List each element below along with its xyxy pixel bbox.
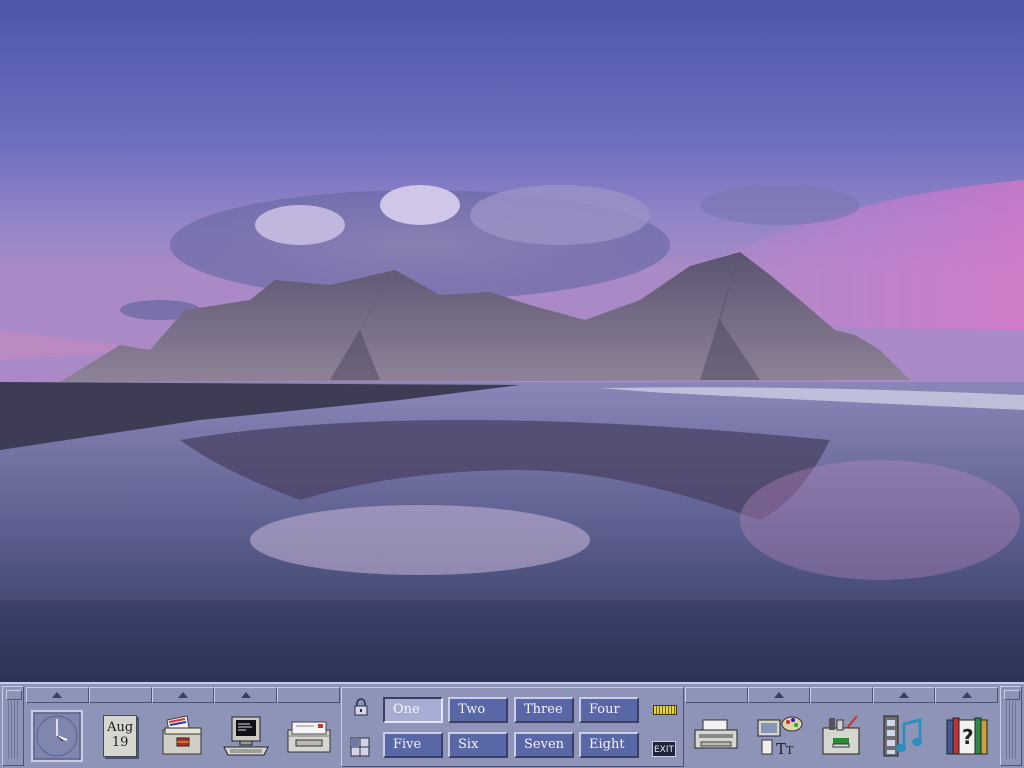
workspace-grid-icon[interactable] (350, 737, 370, 757)
desktop-wallpaper (0, 0, 1024, 682)
svg-text:T: T (776, 740, 786, 758)
panel-right-icons: T T ? (685, 705, 998, 767)
file-manager-icon (162, 715, 202, 755)
svg-text:T: T (786, 744, 794, 757)
workspace-button-eight[interactable]: Eight (579, 732, 639, 758)
workspace-button-five[interactable]: Five (383, 732, 443, 758)
calendar-month: Aug (107, 720, 134, 735)
subpanel-arrow-4[interactable] (214, 687, 278, 703)
clock-icon (31, 710, 84, 762)
terminal-control[interactable] (214, 705, 277, 767)
printer-control[interactable] (685, 705, 748, 767)
subpanel-arrow-row-right (685, 687, 998, 703)
style-manager-icon: T T (757, 716, 803, 758)
lock-icon[interactable] (353, 698, 369, 716)
workspace-button-one[interactable]: One (383, 697, 443, 723)
workspace-button-two[interactable]: Two (448, 697, 508, 723)
app-manager-icon (822, 715, 860, 755)
panel-restore-button[interactable] (1004, 690, 1020, 700)
file-manager-control[interactable] (152, 705, 215, 767)
panel-left-icons: Aug 19 (26, 705, 340, 767)
terminal-icon (222, 716, 269, 756)
workspace-button-three[interactable]: Three (514, 697, 574, 723)
front-panel: Aug 19 One Two Three Four Five Six Seven… (0, 682, 1024, 768)
mailer-control[interactable] (277, 705, 340, 767)
subpanel-arrow-row-left (26, 687, 340, 703)
panel-left-section: Aug 19 (26, 687, 340, 767)
clock-control[interactable] (26, 705, 89, 767)
subpanel-arrow-10[interactable] (935, 687, 998, 703)
subpanel-arrow-5[interactable] (277, 687, 340, 703)
workspace-button-four[interactable]: Four (579, 697, 639, 723)
workspace-button-seven[interactable]: Seven (514, 732, 574, 758)
panel-grip (8, 701, 18, 759)
media-player-control[interactable] (873, 705, 936, 767)
help-manager-icon: ? (946, 717, 988, 755)
style-manager-control[interactable]: T T (748, 705, 811, 767)
workspace-button-six[interactable]: Six (448, 732, 508, 758)
panel-left-handle[interactable] (2, 686, 24, 766)
calendar-control[interactable]: Aug 19 (89, 705, 152, 767)
panel-right-section: T T ? (685, 687, 998, 767)
calendar-day: 19 (111, 735, 129, 750)
mailer-icon (287, 721, 331, 753)
workspace-switch: One Two Three Four Five Six Seven Eight … (341, 687, 684, 767)
help-manager-control[interactable]: ? (935, 705, 998, 767)
printer-icon (694, 719, 738, 749)
subpanel-arrow-9[interactable] (872, 687, 936, 703)
subpanel-arrow-1[interactable] (26, 687, 89, 703)
busy-light-icon (653, 705, 677, 715)
subpanel-arrow-8[interactable] (810, 687, 873, 703)
subpanel-arrow-7[interactable] (747, 687, 811, 703)
svg-text:?: ? (962, 725, 974, 749)
panel-grip-right (1006, 701, 1016, 759)
app-manager-control[interactable] (810, 705, 873, 767)
panel-minimize-button[interactable] (6, 690, 22, 700)
subpanel-arrow-3[interactable] (151, 687, 215, 703)
media-player-icon (883, 715, 923, 757)
exit-button[interactable]: EXIT (652, 741, 676, 757)
subpanel-arrow-6[interactable] (685, 687, 748, 703)
calendar-icon: Aug 19 (103, 715, 138, 757)
panel-right-handle[interactable] (1000, 686, 1022, 766)
subpanel-arrow-2[interactable] (88, 687, 152, 703)
